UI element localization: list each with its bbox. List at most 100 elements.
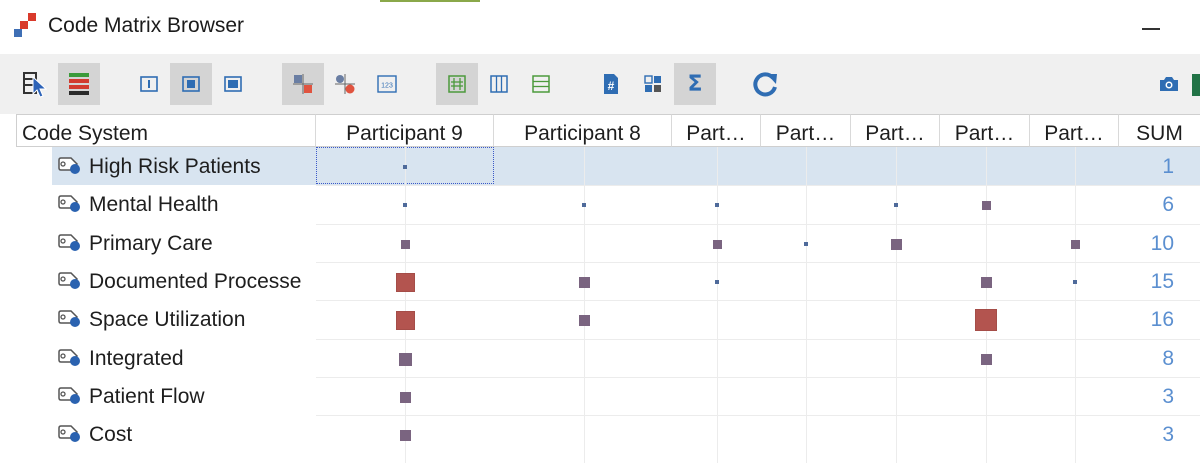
code-row[interactable]: Primary Care <box>55 224 315 262</box>
export-excel-icon[interactable] <box>1192 74 1200 96</box>
code-tag-icon <box>58 425 80 442</box>
window-title: Code Matrix Browser <box>48 14 245 37</box>
column-header-4[interactable]: Part… <box>761 114 851 147</box>
code-label: Integrated <box>89 347 184 370</box>
layout-center-icon <box>182 76 200 92</box>
matrix-cell-mark[interactable] <box>804 242 808 246</box>
row-sum: 6 <box>1162 193 1174 216</box>
code-label: Primary Care <box>89 232 213 255</box>
matrix-cell-mark[interactable] <box>890 238 902 250</box>
code-row[interactable]: High Risk Patients <box>55 147 315 185</box>
circles-visualization-icon <box>335 74 355 94</box>
color-bars-icon <box>69 73 89 95</box>
code-row[interactable]: Documented Processe <box>55 262 315 300</box>
row-guide-line <box>316 300 1200 301</box>
camera-icon <box>1160 77 1178 91</box>
camera-button[interactable] <box>1148 63 1190 105</box>
hash-label: # <box>608 79 615 93</box>
code-label: Mental Health <box>89 193 219 216</box>
grid-view-button[interactable] <box>436 63 478 105</box>
column-header-participant-9[interactable]: Participant 9 <box>316 114 494 147</box>
code-row[interactable]: Cost <box>55 415 315 453</box>
numbers-visualization-button[interactable]: 123 <box>366 63 408 105</box>
sigma-button[interactable]: Σ <box>674 63 716 105</box>
code-row[interactable]: Space Utilization <box>55 300 315 338</box>
code-tag-icon <box>58 157 80 174</box>
circles-visualization-button[interactable] <box>324 63 366 105</box>
toolbar: 123 # Σ <box>0 54 1200 115</box>
matrix-cell-mark[interactable] <box>395 310 415 330</box>
matrix-cell-mark[interactable] <box>399 391 411 403</box>
color-bars-button[interactable] <box>58 63 100 105</box>
rows-view-button[interactable] <box>520 63 562 105</box>
squares-visualization-icon <box>293 74 313 94</box>
matrix-cell-mark[interactable] <box>578 314 590 326</box>
matrix-cell-mark[interactable] <box>712 239 722 249</box>
column-header-participant-8[interactable]: Participant 8 <box>494 114 672 147</box>
matrix-cell-mark[interactable] <box>403 203 407 207</box>
hash-icon: # <box>604 74 618 94</box>
code-system-header[interactable]: Code System <box>16 114 316 147</box>
hash-button[interactable]: # <box>590 63 632 105</box>
matrix-cell-mark[interactable] <box>715 280 719 284</box>
matrix-cell-mark[interactable] <box>582 203 586 207</box>
columns-view-button[interactable] <box>478 63 520 105</box>
select-cursor-button[interactable] <box>14 63 56 105</box>
refresh-icon <box>753 72 777 97</box>
code-tag-icon <box>58 387 80 404</box>
matrix-cell-mark[interactable] <box>1070 239 1080 249</box>
row-sum: 1 <box>1162 155 1174 178</box>
column-header-7[interactable]: Part… <box>1030 114 1119 147</box>
code-row[interactable]: Patient Flow <box>55 377 315 415</box>
code-row[interactable]: Integrated <box>55 339 315 377</box>
matrix-cell-mark[interactable] <box>981 200 991 210</box>
select-cursor-icon <box>23 72 48 98</box>
layout-left-button[interactable] <box>128 63 170 105</box>
row-guide-line <box>316 415 1200 416</box>
code-tag-icon <box>58 349 80 366</box>
title-bar: Code Matrix Browser <box>0 0 1200 54</box>
matrix-cell-mark[interactable] <box>975 309 997 331</box>
matrix-cell-mark[interactable] <box>400 239 410 249</box>
matrix-cell-mark[interactable] <box>894 203 898 207</box>
matrix-cell-mark[interactable] <box>980 276 992 288</box>
matrix-cell-mark[interactable] <box>398 352 412 366</box>
app-logo-icon <box>14 13 36 37</box>
column-header-3[interactable]: Part… <box>672 114 761 147</box>
code-tag-icon <box>58 195 80 212</box>
matrix-cell-mark[interactable] <box>715 203 719 207</box>
numbers-visualization-icon: 123 <box>377 75 397 93</box>
binary-button[interactable] <box>632 63 674 105</box>
code-tag-icon <box>58 234 80 251</box>
columns-view-icon <box>490 75 508 93</box>
matrix-cell-mark[interactable] <box>403 165 407 169</box>
row-guide-line <box>316 224 1200 225</box>
matrix-cell-mark[interactable] <box>395 272 415 292</box>
row-sum: 16 <box>1150 308 1174 331</box>
refresh-button[interactable] <box>744 63 786 105</box>
sum-header[interactable]: SUM <box>1119 114 1200 147</box>
numbers-button-label: 123 <box>381 83 393 90</box>
code-row[interactable]: Mental Health <box>55 185 315 223</box>
code-label: Documented Processe <box>89 270 302 293</box>
matrix-cell-mark[interactable] <box>399 429 411 441</box>
squares-visualization-button[interactable] <box>282 63 324 105</box>
row-guide-line <box>316 185 1200 186</box>
layout-center-button[interactable] <box>170 63 212 105</box>
title-accent-line <box>380 0 480 2</box>
minimize-button[interactable] <box>1140 16 1164 40</box>
layout-full-button[interactable] <box>212 63 254 105</box>
matrix-cell-mark[interactable] <box>980 353 992 365</box>
column-header-6[interactable]: Part… <box>940 114 1030 147</box>
matrix-cell-mark[interactable] <box>578 276 590 288</box>
code-label: Space Utilization <box>89 308 246 331</box>
matrix-cell-mark[interactable] <box>1073 280 1077 284</box>
binary-icon <box>644 75 661 92</box>
matrix-header: Code System Participant 9 Participant 8 … <box>0 114 1200 147</box>
sigma-icon: Σ <box>687 71 703 97</box>
row-guide-line <box>316 339 1200 340</box>
row-sum: 3 <box>1162 385 1174 408</box>
column-header-5[interactable]: Part… <box>851 114 940 147</box>
rows-view-icon <box>532 75 550 93</box>
code-label: Cost <box>89 423 133 446</box>
